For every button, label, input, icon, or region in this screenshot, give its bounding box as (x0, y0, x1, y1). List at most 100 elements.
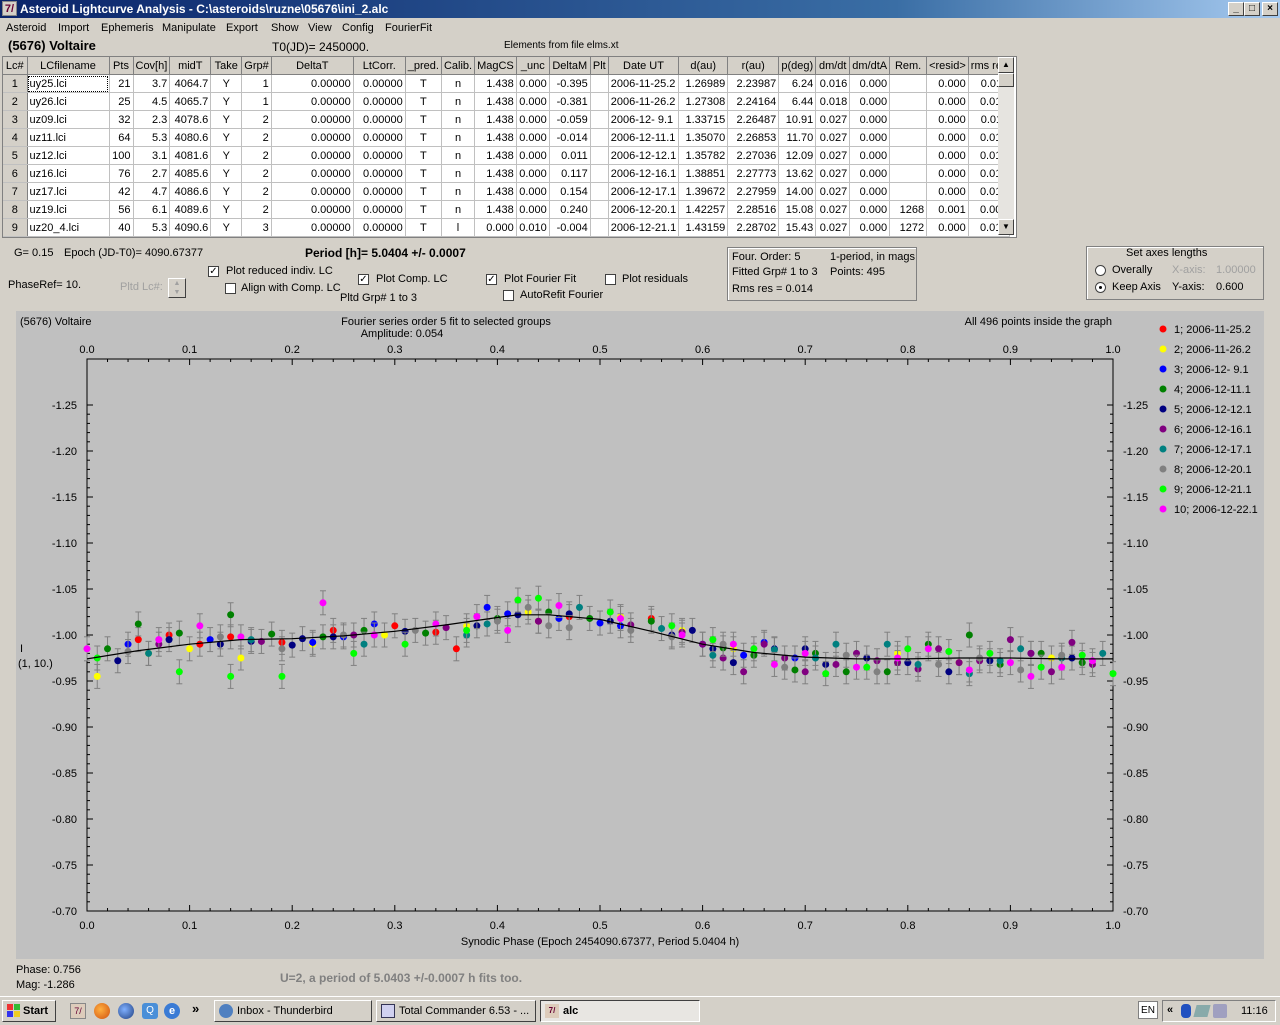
column-header[interactable]: DeltaT (271, 57, 354, 75)
table-cell[interactable]: 76 (109, 164, 134, 183)
table-cell[interactable]: 0.027 (815, 128, 851, 147)
table-cell[interactable]: n (441, 128, 476, 147)
row-header[interactable]: 9 (3, 218, 28, 237)
table-cell[interactable]: Y (210, 110, 243, 129)
table-cell[interactable]: 4065.7 (169, 92, 212, 111)
table-cell[interactable]: uz17.lci (27, 182, 110, 201)
table-cell[interactable]: uz20_4.lci (27, 218, 110, 237)
column-header[interactable]: Take (210, 57, 243, 75)
table-cell[interactable]: 0.00000 (271, 92, 354, 111)
table-cell[interactable]: n (441, 200, 476, 219)
table-cell[interactable]: 5.3 (133, 128, 171, 147)
table-row[interactable]: 7 uz17.lci 42 4.7 4086.6 Y 2 0.00000 0.00000 Tn 1.… (3, 182, 1011, 201)
table-cell[interactable]: 0.027 (815, 146, 851, 165)
column-header[interactable]: dm/dtA (849, 57, 891, 75)
table-row[interactable]: 6 uz16.lci 76 2.7 4085.6 Y 2 0.00000 0.00000 Tn 1.… (3, 164, 1011, 183)
table-cell[interactable]: 0.000 (516, 110, 550, 129)
table-cell[interactable]: 15.43 (778, 218, 817, 237)
table-cell[interactable]: 0.00000 (271, 182, 354, 201)
table-cell[interactable]: 12.09 (778, 146, 817, 165)
menu-view[interactable]: View (308, 22, 332, 34)
table-cell[interactable] (889, 110, 928, 129)
table-cell[interactable]: n (441, 74, 476, 93)
table-cell[interactable]: 2006-11-25.2 (608, 74, 680, 93)
table-cell[interactable]: 0.00000 (353, 164, 406, 183)
menu-ephemeris[interactable]: Ephemeris (101, 22, 154, 34)
table-cell[interactable]: -0.059 (549, 110, 591, 129)
table-cell[interactable]: 0.000 (849, 74, 891, 93)
menu-config[interactable]: Config (342, 22, 374, 34)
table-cell[interactable]: 2.27959 (727, 182, 780, 201)
table-cell[interactable]: 4.5 (133, 92, 171, 111)
table-cell[interactable]: uy25.lci (27, 74, 110, 93)
scroll-down-button[interactable]: ▼ (998, 219, 1014, 235)
table-cell[interactable]: 1.438 (474, 74, 517, 93)
table-cell[interactable]: T (405, 128, 442, 147)
y-axis-value[interactable]: 0.600 (1216, 281, 1244, 293)
table-cell[interactable] (889, 146, 928, 165)
table-cell[interactable]: 0.000 (926, 110, 969, 129)
table-cell[interactable]: -0.004 (549, 218, 591, 237)
table-cell[interactable]: 4085.6 (169, 164, 212, 183)
table-row[interactable]: 1 uy25.lci 21 3.7 4064.7 Y 1 0.00000 0.00000 Tn 1.… (3, 74, 1011, 93)
taskbar-alc[interactable]: 7/ alc (540, 1000, 700, 1022)
column-header[interactable]: r(au) (727, 57, 780, 75)
table-scrollbar[interactable]: ▲ ▼ (998, 57, 1014, 235)
table-cell[interactable]: 1.42257 (678, 200, 729, 219)
table-cell[interactable]: T (405, 164, 442, 183)
internet-explorer-icon[interactable]: e (164, 1003, 180, 1019)
row-header[interactable]: 4 (3, 128, 28, 147)
align-comp-checkbox[interactable] (225, 283, 236, 294)
table-cell[interactable]: T (405, 146, 442, 165)
table-cell[interactable]: 2006-11-26.2 (608, 92, 680, 111)
table-cell[interactable] (590, 128, 609, 147)
table-cell[interactable] (889, 92, 928, 111)
table-cell[interactable]: 2.23987 (727, 74, 780, 93)
table-cell[interactable]: l (441, 218, 476, 237)
menu-import[interactable]: Import (58, 22, 89, 34)
table-cell[interactable]: 0.000 (926, 128, 969, 147)
table-cell[interactable]: 4086.6 (169, 182, 212, 201)
table-cell[interactable]: 1.43159 (678, 218, 729, 237)
table-cell[interactable]: 2006-12-20.1 (608, 200, 680, 219)
table-cell[interactable]: 0.000 (516, 92, 550, 111)
table-cell[interactable]: uy26.lci (27, 92, 110, 111)
firefox-icon[interactable] (94, 1003, 110, 1019)
column-header[interactable]: MagCS (474, 57, 517, 75)
table-cell[interactable]: 1.38851 (678, 164, 729, 183)
table-cell[interactable]: 0.027 (815, 110, 851, 129)
table-cell[interactable]: 6.1 (133, 200, 171, 219)
table-cell[interactable]: Y (210, 74, 243, 93)
plot-fourier-checkbox[interactable]: ✓ (486, 274, 497, 285)
table-cell[interactable]: 1.438 (474, 146, 517, 165)
column-header[interactable]: midT (169, 57, 212, 75)
table-cell[interactable] (889, 182, 928, 201)
table-cell[interactable] (889, 164, 928, 183)
table-cell[interactable] (889, 128, 928, 147)
table-cell[interactable]: T (405, 110, 442, 129)
column-header[interactable]: Plt (590, 57, 609, 75)
table-cell[interactable]: 2 (241, 200, 272, 219)
table-cell[interactable]: 3.1 (133, 146, 171, 165)
table-cell[interactable]: 1.438 (474, 200, 517, 219)
table-cell[interactable]: 1268 (889, 200, 928, 219)
table-cell[interactable]: Y (210, 182, 243, 201)
row-header[interactable]: 3 (3, 110, 28, 129)
column-header[interactable]: <resid> (926, 57, 969, 75)
table-cell[interactable]: 0.00000 (271, 74, 354, 93)
table-cell[interactable]: 1.33715 (678, 110, 729, 129)
table-cell[interactable]: Y (210, 146, 243, 165)
table-cell[interactable]: uz09.lci (27, 110, 110, 129)
table-cell[interactable]: uz16.lci (27, 164, 110, 183)
table-cell[interactable]: 1272 (889, 218, 928, 237)
table-cell[interactable]: 2006-12- 9.1 (608, 110, 680, 129)
column-header[interactable]: LCfilename (27, 57, 110, 75)
table-cell[interactable]: 10.91 (778, 110, 817, 129)
table-cell[interactable]: 4.7 (133, 182, 171, 201)
table-cell[interactable]: 4064.7 (169, 74, 212, 93)
column-header[interactable]: LtCorr. (353, 57, 406, 75)
table-cell[interactable]: Y (210, 92, 243, 111)
table-cell[interactable]: 0.000 (849, 164, 891, 183)
table-cell[interactable]: 2.27036 (727, 146, 780, 165)
table-cell[interactable]: n (441, 182, 476, 201)
